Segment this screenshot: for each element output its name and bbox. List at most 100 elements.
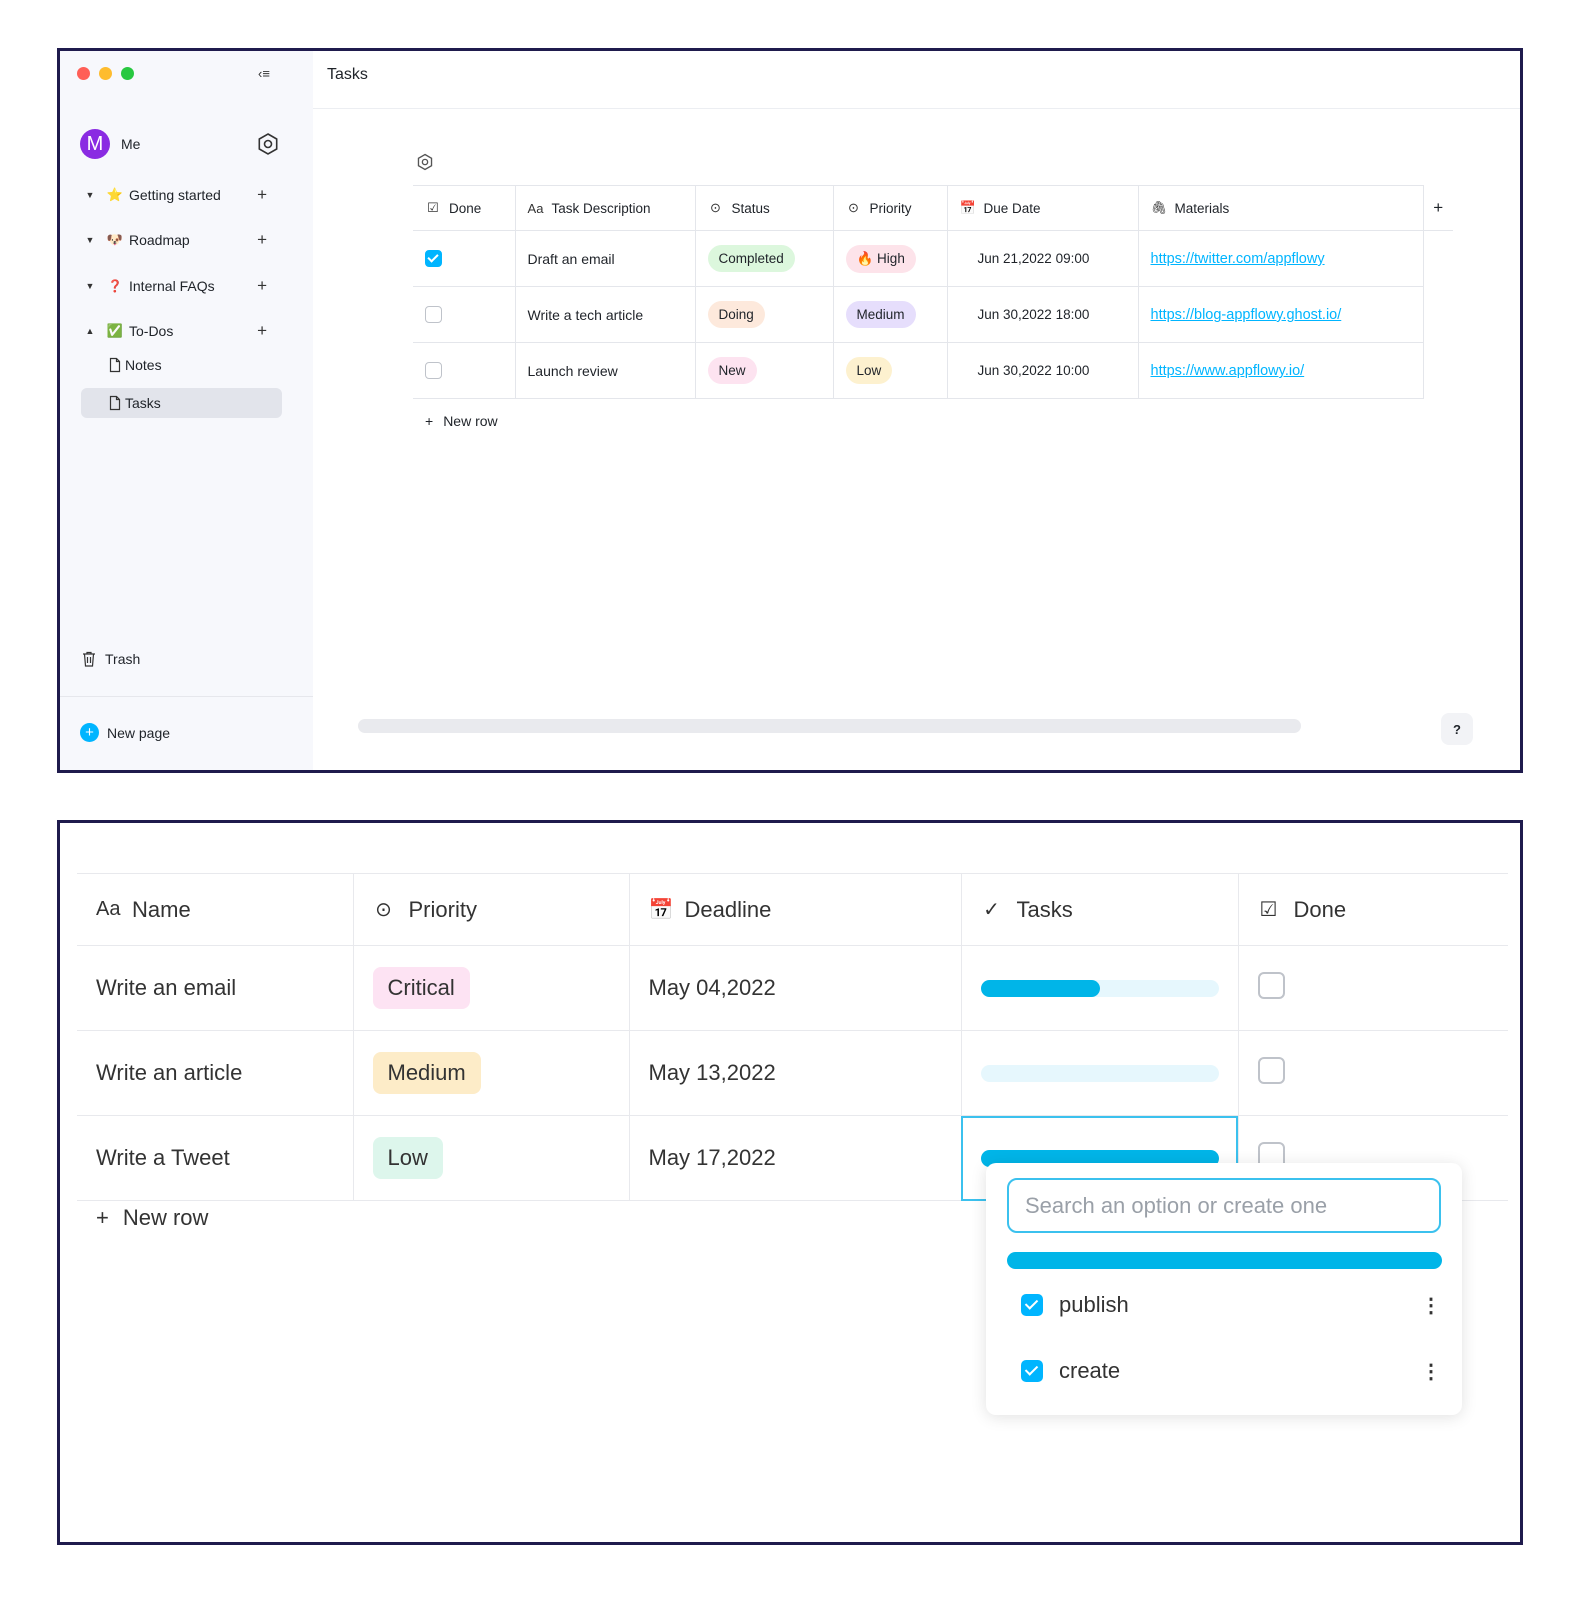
status-cell[interactable]: Completed xyxy=(694,230,834,287)
priority-cell[interactable]: 🔥 High xyxy=(832,230,948,287)
checkbox-unchecked[interactable] xyxy=(425,362,442,380)
priority-cell[interactable]: Low xyxy=(832,342,948,399)
done-cell[interactable] xyxy=(413,342,516,399)
add-page-button[interactable]: + xyxy=(257,276,267,296)
sidebar-item-getting-started[interactable]: ▼ ⭐ Getting started + xyxy=(80,182,275,208)
search-option-input[interactable] xyxy=(1007,1178,1441,1233)
priority-cell[interactable]: Low xyxy=(352,1115,630,1201)
sidebar-item-to-dos[interactable]: ▲ ✅ To-Dos + xyxy=(80,318,275,344)
priority-cell[interactable]: Medium xyxy=(832,286,948,343)
more-options-icon[interactable]: ⋮ xyxy=(1421,1293,1441,1318)
priority-cell[interactable]: Medium xyxy=(352,1030,630,1116)
checkbox-unchecked[interactable] xyxy=(1257,1056,1285,1084)
question-mark-icon: ❓ xyxy=(107,279,123,293)
table-row: Launch review New Low Jun 30,2022 10:00 … xyxy=(413,342,1453,399)
column-header-priority[interactable]: ⊙ Priority xyxy=(352,873,630,946)
help-button[interactable]: ? xyxy=(1441,713,1473,745)
sidebar-item-internal-faqs[interactable]: ▼ ❓ Internal FAQs + xyxy=(80,273,275,299)
priority-cell[interactable]: Critical xyxy=(352,945,630,1031)
checkbox-unchecked[interactable] xyxy=(1257,971,1285,999)
settings-icon[interactable] xyxy=(256,132,280,156)
sidebar-item-notes[interactable]: Notes xyxy=(81,350,282,380)
name-cell[interactable]: Write an email xyxy=(77,945,354,1031)
grid-settings-icon[interactable] xyxy=(416,153,434,171)
done-cell[interactable] xyxy=(1237,945,1508,1031)
add-page-button[interactable]: + xyxy=(257,321,267,341)
done-cell[interactable] xyxy=(413,230,516,287)
tasks-cell[interactable] xyxy=(960,945,1239,1031)
text-icon: Aa xyxy=(527,200,544,216)
column-header-name[interactable]: Aa Name xyxy=(77,873,354,946)
column-header-label: Task Description xyxy=(551,200,651,216)
caret-up-icon[interactable]: ▲ xyxy=(80,326,100,336)
caret-down-icon[interactable]: ▼ xyxy=(80,235,100,245)
maximize-window-button[interactable] xyxy=(121,67,134,80)
task-cell[interactable]: Write a tech article xyxy=(514,286,696,343)
column-header-task-description[interactable]: Aa Task Description xyxy=(514,185,696,231)
plus-circle-icon: + xyxy=(80,723,99,742)
app-window-bottom: Aa Name ⊙ Priority 📅 Deadline ✓ Tasks ☑ Done … xyxy=(57,820,1523,1545)
empty-cell xyxy=(1423,287,1453,343)
new-page-button[interactable]: + New page xyxy=(80,723,170,742)
done-cell[interactable] xyxy=(413,286,516,343)
add-page-button[interactable]: + xyxy=(257,230,267,250)
name-cell[interactable]: Write an article xyxy=(77,1030,354,1116)
checkbox-checked[interactable] xyxy=(1021,1294,1043,1316)
sidebar-item-label: Notes xyxy=(125,357,162,373)
column-header-status[interactable]: ⊙ Status xyxy=(694,185,834,231)
due-date-cell[interactable]: Jun 21,2022 09:00 xyxy=(946,230,1139,287)
name-cell[interactable]: Write a Tweet xyxy=(77,1115,354,1201)
horizontal-scrollbar[interactable] xyxy=(358,719,1301,733)
deadline-cell[interactable]: May 04,2022 xyxy=(628,945,962,1031)
close-window-button[interactable] xyxy=(77,67,90,80)
checkbox-unchecked[interactable] xyxy=(425,306,442,324)
materials-cell[interactable]: https://twitter.com/appflowy xyxy=(1137,230,1424,287)
checkmark-icon: ✅ xyxy=(106,323,124,338)
task-cell[interactable]: Launch review xyxy=(514,342,696,399)
caret-down-icon[interactable]: ▼ xyxy=(80,190,100,200)
priority-badge: Medium xyxy=(372,1052,481,1094)
column-header-deadline[interactable]: 📅 Deadline xyxy=(628,873,962,946)
deadline-cell[interactable]: May 17,2022 xyxy=(628,1115,962,1201)
column-header-done[interactable]: ☑ Done xyxy=(413,185,516,231)
column-header-done[interactable]: ☑ Done xyxy=(1237,873,1508,946)
caret-down-icon[interactable]: ▼ xyxy=(80,281,100,291)
column-header-tasks[interactable]: ✓ Tasks xyxy=(960,873,1239,946)
materials-cell[interactable]: https://www.appflowy.io/ xyxy=(1137,342,1424,399)
more-options-icon[interactable]: ⋮ xyxy=(1421,1359,1441,1384)
user-profile[interactable]: M Me xyxy=(80,129,278,159)
option-item-publish[interactable]: publish ⋮ xyxy=(1021,1285,1441,1325)
minimize-window-button[interactable] xyxy=(99,67,112,80)
status-cell[interactable]: Doing xyxy=(694,286,834,343)
due-date-cell[interactable]: Jun 30,2022 18:00 xyxy=(946,286,1139,343)
due-date-cell[interactable]: Jun 30,2022 10:00 xyxy=(946,342,1139,399)
checkbox-checked[interactable] xyxy=(425,250,442,268)
task-cell[interactable]: Draft an email xyxy=(514,230,696,287)
deadline-cell[interactable]: May 13,2022 xyxy=(628,1030,962,1116)
done-cell[interactable] xyxy=(1237,1030,1508,1116)
table-row: Write an email Critical May 04,2022 xyxy=(77,945,1508,1031)
empty-cell xyxy=(1423,343,1453,399)
trash-item[interactable]: Trash xyxy=(82,651,140,667)
priority-badge: Low xyxy=(845,357,893,384)
materials-link[interactable]: https://blog-appflowy.ghost.io/ xyxy=(1151,307,1342,323)
sidebar-item-roadmap[interactable]: ▼ 🐶 Roadmap + xyxy=(80,227,275,253)
option-item-create[interactable]: create ⋮ xyxy=(1021,1351,1441,1391)
column-header-priority[interactable]: ⊙ Priority xyxy=(832,185,948,231)
materials-link[interactable]: https://twitter.com/appflowy xyxy=(1151,251,1325,267)
tasks-cell[interactable] xyxy=(960,1030,1239,1116)
sidebar-item-tasks[interactable]: Tasks xyxy=(81,388,282,418)
collapse-sidebar-icon[interactable]: ‹≡ xyxy=(258,66,270,81)
add-column-button[interactable]: + xyxy=(1423,185,1453,231)
checkbox-checked[interactable] xyxy=(1021,1360,1043,1382)
column-header-materials[interactable]: 🖇 Materials xyxy=(1137,185,1424,231)
status-cell[interactable]: New xyxy=(694,342,834,399)
column-header-due-date[interactable]: 📅 Due Date xyxy=(946,185,1139,231)
add-page-button[interactable]: + xyxy=(257,185,267,205)
select-icon: ⊙ xyxy=(848,200,859,215)
materials-link[interactable]: https://www.appflowy.io/ xyxy=(1151,363,1305,379)
new-row-button[interactable]: + New row xyxy=(425,413,498,429)
column-header-label: Due Date xyxy=(983,200,1041,216)
new-row-button[interactable]: + New row xyxy=(96,1205,208,1231)
materials-cell[interactable]: https://blog-appflowy.ghost.io/ xyxy=(1137,286,1424,343)
